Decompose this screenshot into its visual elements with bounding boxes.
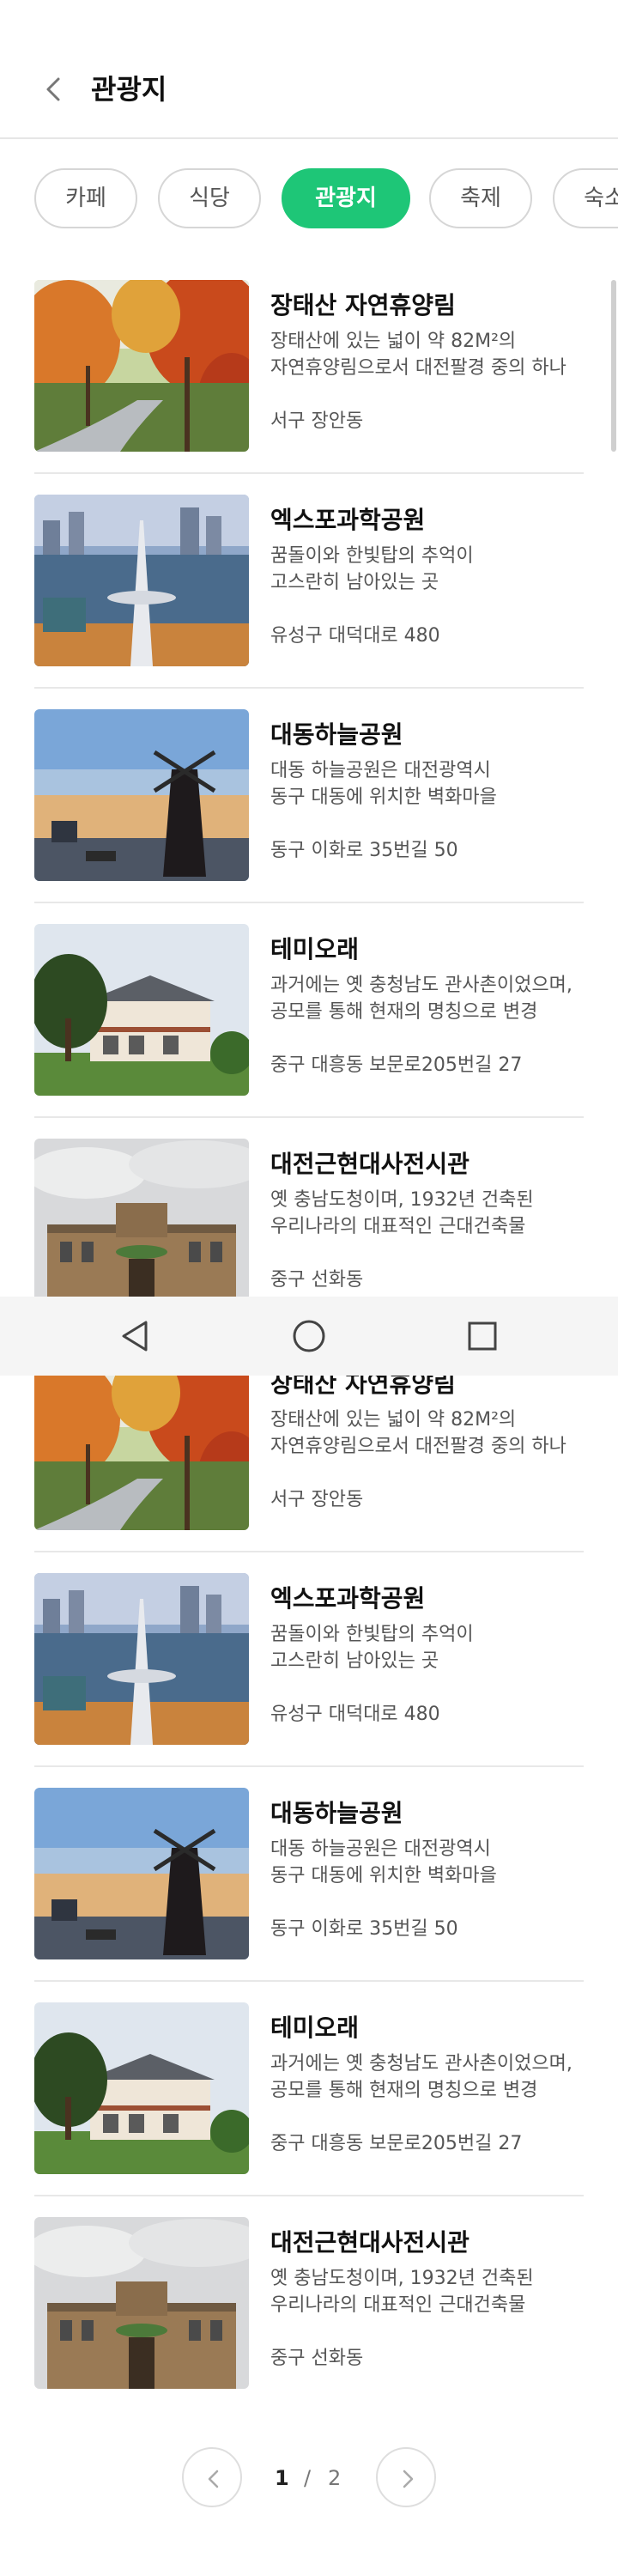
category-tabs: 카페 식당 관광지 축제 숙소 [0,168,618,230]
system-navigation-bar [0,1297,618,1376]
place-description-line1: 장태산에 있는 넓이 약 82M²의 [270,1409,517,1431]
place-name: 장태산 자연휴양림 [270,291,456,319]
place-description-line1: 대동 하늘공원은 대전광역시 [270,760,491,781]
place-thumbnail [34,709,249,881]
place-thumbnail [34,1788,249,1959]
divider [34,902,584,903]
place-description-line2: 고스란히 남아있는 곳 [270,1650,439,1672]
circle-home-icon [293,1320,325,1352]
place-name: 장태산 자연휴양림 [270,1376,456,1398]
divider [34,472,584,474]
place-thumbnail [34,280,249,452]
place-description-line2: 고스란히 남아있는 곳 [270,572,439,593]
place-name: 엑스포과학공원 [270,1584,426,1613]
list-item[interactable]: 엑스포과학공원 꿈돌이와 한빛탑의 추억이 고스란히 남아있는 곳 유성구 대덕… [34,1573,584,1788]
place-name: 엑스포과학공원 [270,506,426,534]
place-description-line1: 장태산에 있는 넓이 약 82M²의 [270,331,517,352]
list-item[interactable]: 장태산 자연휴양림 장태산에 있는 넓이 약 82M²의 자연휴양림으로서 대전… [34,1376,584,1573]
tab-restaurant[interactable]: 식당 [158,168,261,228]
prev-page-button[interactable] [182,2447,242,2507]
place-thumbnail [34,1139,249,1297]
tab-festival[interactable]: 축제 [429,168,532,228]
place-address: 중구 선화동 [270,1269,364,1291]
divider [34,1980,584,1982]
place-thumbnail [34,1376,249,1530]
place-description-line1: 옛 충남도청이며, 1932년 건축된 [270,1189,534,1211]
place-address: 유성구 대덕대로 480 [270,1704,440,1725]
place-description-line2: 우리나라의 대표적인 근대건축물 [270,1216,526,1237]
chevron-left-icon [208,2470,219,2488]
total-pages: 2 [328,2466,342,2490]
place-description-line1: 꿈돌이와 한빛탑의 추억이 [270,545,474,567]
tab-lodging[interactable]: 숙소 [553,168,618,228]
place-description-line2: 동구 대동에 위치한 벽화마을 [270,1865,497,1886]
page-separator: / [304,2466,312,2490]
system-recents-button[interactable] [460,1314,505,1358]
divider [34,1116,584,1118]
divider [34,2195,584,2196]
place-address: 동구 이화로 35번길 50 [270,840,458,861]
tab-attractions[interactable]: 관광지 [282,168,410,228]
next-page-button[interactable] [376,2447,436,2507]
place-address: 중구 대흥동 보문로205번길 27 [270,1054,523,1076]
list-item[interactable]: 테미오래 과거에는 옛 충청남도 관사촌이었으며, 공모를 통해 현재의 명칭으… [34,2002,584,2217]
list-item[interactable]: 장태산 자연휴양림 장태산에 있는 넓이 약 82M²의 자연휴양림으로서 대전… [34,280,584,495]
list-item[interactable]: 대전근현대사전시관 옛 충남도청이며, 1932년 건축된 우리나라의 대표적인… [34,2217,584,2432]
place-description-line1: 대동 하늘공원은 대전광역시 [270,1838,491,1860]
place-description-line1: 꿈돌이와 한빛탑의 추억이 [270,1624,474,1645]
place-thumbnail [34,2217,249,2389]
place-description-line1: 과거에는 옛 충청남도 관사촌이었으며, [270,2053,573,2075]
tab-cafe[interactable]: 카페 [34,168,137,228]
pagination: 1 / 2 [0,2447,618,2509]
place-name: 대전근현대사전시관 [270,2228,470,2257]
place-address: 서구 장안동 [270,410,364,432]
page-title: 관광지 [91,73,167,106]
place-address: 동구 이화로 35번길 50 [270,1918,458,1940]
place-address: 중구 대흥동 보문로205번길 27 [270,2133,523,2154]
place-thumbnail [34,924,249,1096]
place-address: 중구 선화동 [270,2348,364,2369]
system-home-button[interactable] [287,1314,331,1358]
place-name: 테미오래 [270,2014,360,2042]
place-description-line1: 옛 충남도청이며, 1932년 건축된 [270,2268,534,2289]
list-item[interactable]: 대동하늘공원 대동 하늘공원은 대전광역시 동구 대동에 위치한 벽화마을 동구… [34,1788,584,2002]
place-description-line2: 공모를 통해 현재의 명칭으로 변경 [270,1001,538,1023]
list-item[interactable]: 엑스포과학공원 꿈돌이와 한빛탑의 추억이 고스란히 남아있는 곳 유성구 대덕… [34,495,584,709]
place-name: 대동하늘공원 [270,720,403,749]
place-name: 테미오래 [270,935,360,963]
places-list-continued: 장태산 자연휴양림 장태산에 있는 넓이 약 82M²의 자연휴양림으로서 대전… [0,1376,618,2440]
place-thumbnail [34,2002,249,2174]
divider [34,1551,584,1552]
current-page: 1 [275,2466,289,2490]
system-back-button[interactable] [113,1314,158,1358]
places-list: 장태산 자연휴양림 장태산에 있는 넓이 약 82M²의 자연휴양림으로서 대전… [0,280,618,1297]
place-description-line2: 자연휴양림으로서 대전팔경 중의 하나 [270,1436,566,1457]
chevron-left-icon [46,77,60,101]
place-description-line2: 공모를 통해 현재의 명칭으로 변경 [270,2080,538,2101]
list-item[interactable]: 대동하늘공원 대동 하늘공원은 대전광역시 동구 대동에 위치한 벽화마을 동구… [34,709,584,924]
place-description-line1: 과거에는 옛 충청남도 관사촌이었으며, [270,975,573,996]
divider [34,1765,584,1767]
chevron-right-icon [403,2470,414,2488]
triangle-back-icon [122,1321,148,1352]
app-header: 관광지 [0,0,618,139]
place-thumbnail [34,1573,249,1745]
place-description-line2: 자연휴양림으로서 대전팔경 중의 하나 [270,357,566,379]
list-item[interactable]: 대전근현대사전시관 옛 충남도청이며, 1932년 건축된 우리나라의 대표적인… [34,1139,584,1297]
list-item[interactable]: 테미오래 과거에는 옛 충청남도 관사촌이었으며, 공모를 통해 현재의 명칭으… [34,924,584,1139]
place-address: 서구 장안동 [270,1489,364,1510]
place-thumbnail [34,495,249,666]
place-name: 대동하늘공원 [270,1799,403,1827]
square-recents-icon [468,1321,497,1351]
place-description-line2: 우리나라의 대표적인 근대건축물 [270,2294,526,2316]
place-description-line2: 동구 대동에 위치한 벽화마을 [270,787,497,808]
place-name: 대전근현대사전시관 [270,1150,470,1178]
divider [34,687,584,689]
place-address: 유성구 대덕대로 480 [270,625,440,647]
back-button[interactable] [38,69,72,110]
